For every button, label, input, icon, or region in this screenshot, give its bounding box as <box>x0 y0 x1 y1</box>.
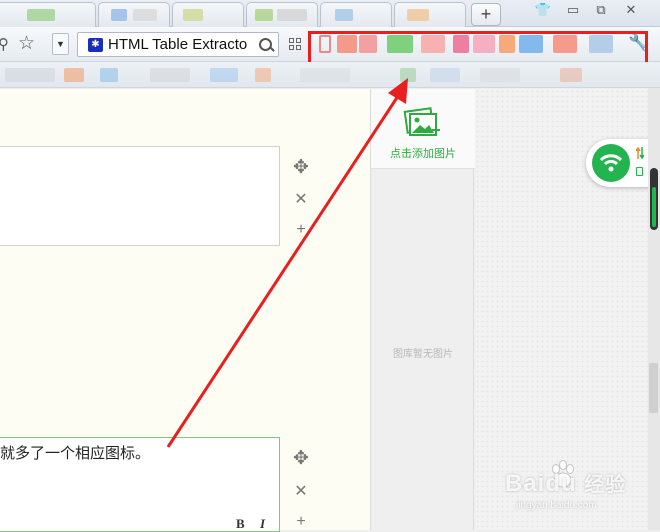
add-image-button[interactable]: 点击添加图片 <box>371 89 475 169</box>
annotation-highlight-box <box>308 31 648 65</box>
bookmarks-bar <box>0 62 660 88</box>
add-icon[interactable]: + <box>291 221 311 239</box>
search-box[interactable]: ✱ HTML Table Extracto <box>77 32 279 57</box>
browser-tab[interactable] <box>172 2 244 27</box>
search-icon[interactable] <box>258 36 274 54</box>
move-icon[interactable]: ✥ <box>291 156 311 179</box>
empty-library-label: 图库暂无图片 <box>393 349 453 360</box>
extensions-grid-icon[interactable] <box>289 38 302 51</box>
browser-tab[interactable] <box>98 2 170 27</box>
browser-tab[interactable] <box>394 2 466 27</box>
text-block[interactable]: 就多了一个相应图标。 B I <box>0 437 280 532</box>
minimize-icon[interactable]: ▭ <box>560 1 586 19</box>
watermark-cn-brand: 经验 <box>584 474 627 496</box>
bookmark-item[interactable] <box>5 68 55 82</box>
transfer-arrows-icon <box>636 147 644 159</box>
browser-tab[interactable] <box>320 2 392 27</box>
page-icon[interactable]: ⚲ <box>0 35 9 53</box>
battery-icon <box>636 167 643 176</box>
image-library-panel: 点击添加图片 图库暂无图片 <box>370 89 475 530</box>
watermark-url: jingyan.baidu.com <box>516 500 597 511</box>
bookmark-star-icon[interactable]: ☆ <box>18 32 35 55</box>
bookmark-item[interactable] <box>255 68 271 82</box>
signal-gauge-icon <box>650 168 658 230</box>
search-input[interactable]: HTML Table Extracto <box>108 36 256 53</box>
vertical-scrollbar[interactable] <box>648 88 660 530</box>
paw-icon[interactable]: ✱ <box>88 38 103 52</box>
add-icon[interactable]: + <box>291 513 311 531</box>
move-icon[interactable]: ✥ <box>291 447 311 470</box>
bookmark-item[interactable] <box>560 68 582 82</box>
close-icon[interactable]: ✕ <box>291 481 311 501</box>
close-icon[interactable]: ✕ <box>618 1 644 19</box>
shirt-icon[interactable]: 👕 <box>530 1 556 19</box>
bookmark-item[interactable] <box>100 68 118 82</box>
bookmark-item[interactable] <box>300 68 350 82</box>
editor-area: ✥ ✕ + 就多了一个相应图标。 B I ✥ ✕ + <box>0 89 370 532</box>
close-icon[interactable]: ✕ <box>291 189 311 209</box>
picture-icon <box>403 107 440 136</box>
add-image-label: 点击添加图片 <box>390 148 456 160</box>
chevron-down-icon[interactable]: ▼ <box>52 33 69 55</box>
watermark: Baidu 经验 <box>505 468 626 498</box>
bookmark-item[interactable] <box>150 68 190 82</box>
tab-strip: + 👕 ▭ ⧉ ✕ <box>0 0 660 27</box>
browser-tab[interactable] <box>246 2 318 27</box>
scrollbar-thumb[interactable] <box>649 363 658 413</box>
text-block-content[interactable]: 就多了一个相应图标。 <box>0 442 150 463</box>
restore-icon[interactable]: ⧉ <box>588 1 614 19</box>
text-block[interactable] <box>0 146 280 246</box>
wifi-icon <box>599 154 623 172</box>
bookmark-item[interactable] <box>64 68 84 82</box>
wifi-badge <box>592 144 630 182</box>
watermark-brand: Baidu <box>505 470 577 497</box>
bookmark-item[interactable] <box>430 68 460 82</box>
bookmark-item[interactable] <box>480 68 520 82</box>
new-tab-button[interactable]: + <box>471 3 501 26</box>
bookmark-item[interactable] <box>400 68 416 82</box>
browser-tab[interactable] <box>0 2 96 27</box>
bookmark-item[interactable] <box>210 68 238 82</box>
